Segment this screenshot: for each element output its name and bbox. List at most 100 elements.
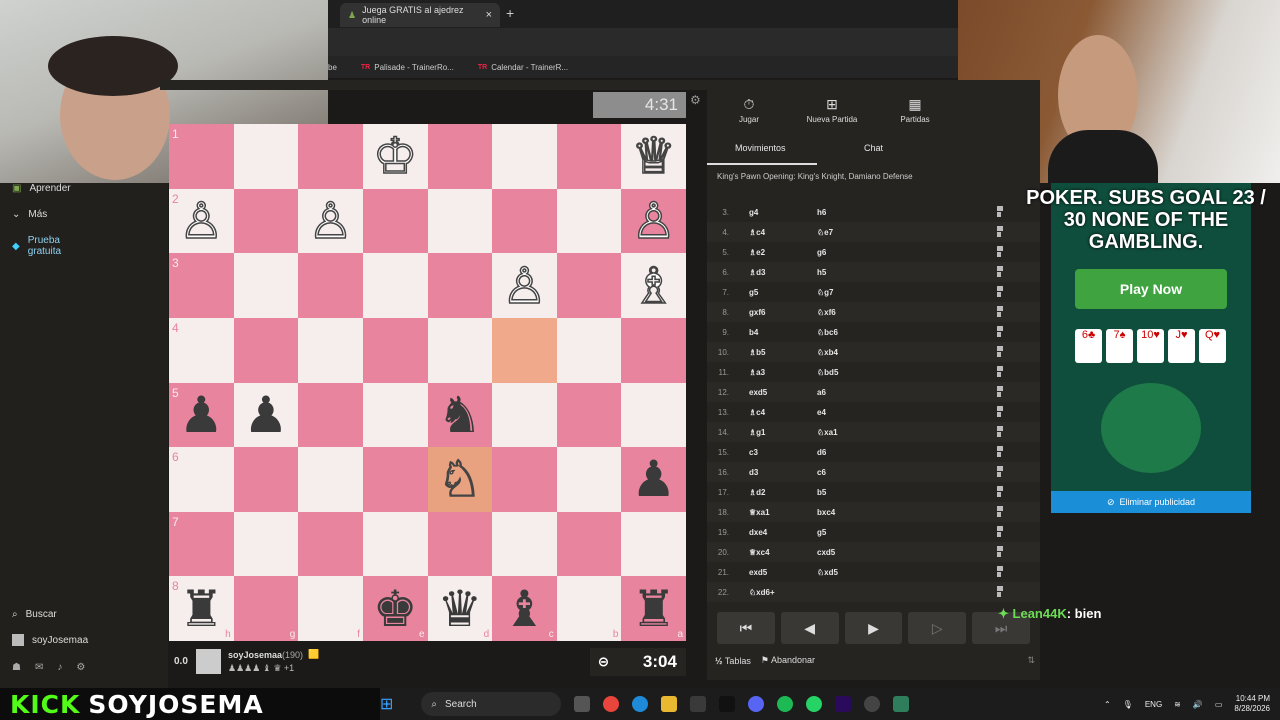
sidebar-item-mas[interactable]: ⌄ Más	[0, 209, 47, 220]
white-move[interactable]: gxf6	[749, 308, 765, 317]
white-move[interactable]: ♗e2	[749, 248, 765, 257]
ad-banner[interactable]: POKER. SUBS GOAL 23 / 30 NONE OF THE GAM…	[1026, 183, 1266, 513]
chess-board[interactable]: 1 ♔ ♕ 2 ♙ ♙ ♙ 3 ♙ ♗ 4 5 ♟ ♟ ♞ 6 ♘ ♟ 7 8 h ♜ g f e ♚ d ♛ c ♝ b a ♜	[169, 124, 686, 641]
board-square[interactable]	[556, 511, 622, 577]
bell-icon[interactable]: ♪	[57, 662, 62, 673]
sidebar-item-prueba[interactable]: ◆ Prueba gratuita	[0, 235, 90, 257]
store-icon[interactable]	[690, 696, 707, 712]
board-square[interactable]	[362, 317, 428, 383]
white-move[interactable]: ♕xa1	[749, 508, 770, 517]
chess-piece[interactable]: ♟	[631, 454, 676, 504]
black-move[interactable]: ♘xd5	[817, 568, 838, 577]
chess-piece[interactable]: ♞	[437, 390, 482, 440]
browser-tab[interactable]: ♟ Juega GRATIS al ajedrez online ×	[340, 3, 500, 27]
board-square[interactable]	[233, 253, 299, 318]
board-square[interactable]	[362, 447, 428, 512]
chess-piece[interactable]: ♙	[178, 195, 224, 247]
board-settings-gear-icon[interactable]: ⚙	[690, 93, 701, 107]
black-move[interactable]: ♘xf6	[817, 308, 836, 317]
board-square[interactable]	[362, 511, 428, 577]
board-square[interactable]	[427, 124, 493, 189]
black-move[interactable]: ♘e7	[817, 228, 833, 237]
tab-partidas[interactable]: ▦ Partidas	[885, 96, 945, 124]
board-square[interactable]	[621, 317, 686, 383]
white-move[interactable]: g4	[749, 208, 758, 217]
settings-gear-icon[interactable]: ⚙	[76, 662, 85, 673]
white-move[interactable]: ♗c4	[749, 408, 765, 417]
bookmark-item[interactable]: TR Palisade - TrainerRo...	[361, 63, 454, 72]
white-move[interactable]: ♗d3	[749, 268, 766, 277]
draw-button[interactable]: ½ Tablas	[715, 656, 751, 666]
sidebar-user[interactable]: soyJosemaa	[0, 634, 88, 646]
spotify-icon[interactable]	[777, 696, 794, 712]
chess-piece[interactable]: ♚	[373, 584, 418, 634]
tiktok-icon[interactable]	[719, 696, 736, 712]
chess-piece[interactable]: ♙	[631, 195, 677, 247]
play-now-button[interactable]: Play Now	[1075, 269, 1227, 309]
whatsapp-icon[interactable]	[806, 696, 823, 712]
player-name[interactable]: soyJosemaa	[228, 650, 282, 660]
board-square[interactable]: c ♝	[492, 576, 557, 641]
board-square[interactable]: 8 h ♜	[169, 576, 234, 641]
board-square[interactable]	[427, 188, 493, 254]
board-square[interactable]	[556, 124, 622, 189]
board-square[interactable]	[427, 317, 493, 383]
tab-chat[interactable]: Chat	[864, 143, 883, 153]
board-square[interactable]: 6	[169, 447, 234, 512]
white-move[interactable]: ♗g1	[749, 428, 766, 437]
board-square[interactable]	[233, 447, 299, 512]
board-square[interactable]: ♕	[621, 124, 686, 189]
white-move[interactable]: exd5	[749, 388, 767, 397]
battery-icon[interactable]: ▭	[1215, 700, 1223, 709]
chess-piece[interactable]: ♗	[631, 260, 677, 312]
close-tab-icon[interactable]: ×	[486, 9, 492, 21]
board-square[interactable]	[233, 124, 299, 189]
edge-icon[interactable]	[632, 696, 649, 712]
white-move[interactable]: dxe4	[749, 528, 767, 537]
black-move[interactable]: h5	[817, 268, 826, 277]
new-tab-button[interactable]: +	[506, 5, 514, 21]
board-square[interactable]	[492, 382, 557, 448]
black-move[interactable]: cxd5	[817, 548, 835, 557]
board-square[interactable]	[556, 188, 622, 254]
board-square[interactable]: ♟	[621, 447, 686, 512]
board-square[interactable]: ♗	[621, 253, 686, 318]
wifi-icon[interactable]: ≋	[1174, 700, 1181, 709]
board-square[interactable]: d ♛	[427, 576, 493, 641]
board-square[interactable]: 7	[169, 511, 234, 577]
bookmark-item[interactable]: TR Calendar - TrainerR...	[478, 63, 568, 72]
volume-icon[interactable]: 🔊	[1193, 700, 1203, 709]
discord-icon[interactable]	[748, 696, 765, 712]
language-indicator[interactable]: ENG	[1145, 700, 1162, 709]
board-square[interactable]: ♘	[427, 447, 493, 512]
next-move-button[interactable]: ▷	[908, 612, 967, 644]
sidebar-item-aprender[interactable]: ▣ Aprender	[0, 183, 71, 194]
chess-piece[interactable]: ♝	[502, 584, 547, 634]
board-square[interactable]: e ♚	[362, 576, 428, 641]
board-square[interactable]	[556, 447, 622, 512]
resign-button[interactable]: ⚑ Abandonar	[761, 655, 815, 666]
board-square[interactable]: ♟	[233, 382, 299, 448]
chess-piece[interactable]: ♔	[372, 131, 418, 183]
board-square[interactable]	[362, 188, 428, 254]
board-square[interactable]	[492, 124, 557, 189]
black-move[interactable]: bxc4	[817, 508, 835, 517]
chess-piece[interactable]: ♘	[437, 454, 483, 506]
board-square[interactable]: b	[556, 576, 622, 641]
board-square[interactable]	[427, 511, 493, 577]
microphone-icon[interactable]: 🎙	[1123, 700, 1133, 709]
board-square[interactable]	[621, 382, 686, 448]
board-square[interactable]	[362, 382, 428, 448]
chess-piece[interactable]: ♟	[179, 390, 224, 440]
board-square[interactable]: 3	[169, 253, 234, 318]
black-move[interactable]: h6	[817, 208, 826, 217]
board-square[interactable]	[298, 253, 363, 318]
taskbar-clock[interactable]: 10:44 PM 8/28/2026	[1234, 694, 1270, 715]
sidebar-search[interactable]: ⌕ Buscar	[0, 609, 57, 620]
board-square[interactable]	[556, 317, 622, 383]
taskbar-search[interactable]: ⌕ Search	[421, 692, 562, 716]
white-move[interactable]: ♗a3	[749, 368, 765, 377]
black-move[interactable]: g5	[817, 528, 826, 537]
board-square[interactable]	[427, 253, 493, 318]
black-move[interactable]: g6	[817, 248, 826, 257]
